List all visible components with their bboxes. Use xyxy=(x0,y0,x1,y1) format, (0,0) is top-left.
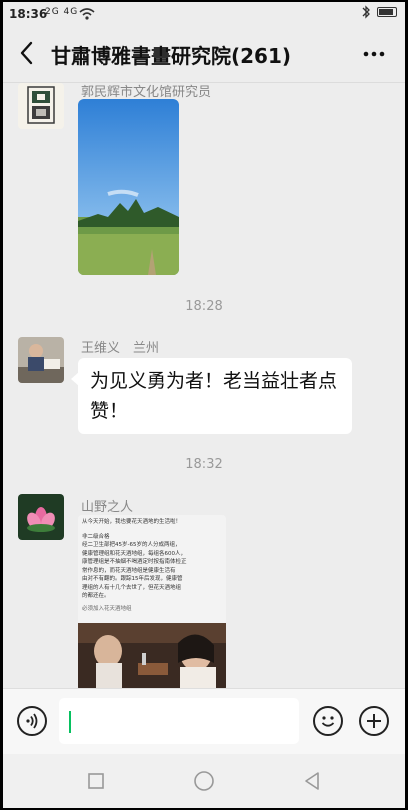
image-text-line: 常作息的，而花天酒地组是健康生活有 xyxy=(82,567,176,574)
chat-header: 甘肅博雅書畫研究院(261) xyxy=(3,26,405,83)
image-text-line: 理组的人有十几个去世了，但花天酒地组 xyxy=(82,584,182,591)
avatar[interactable] xyxy=(18,337,64,383)
sender-name: 山野之人 xyxy=(81,500,134,515)
bluetooth-icon xyxy=(362,5,370,19)
image-text-line: 必须加入花天酒地组 xyxy=(82,605,132,612)
status-bar: 18:36 2G 4G xyxy=(3,2,405,26)
image-text-line: 康管理组是不抽烟不喝酒定时按指南体检正 xyxy=(82,559,187,565)
image-text-line: 的都还在。 xyxy=(82,593,110,599)
seal-logo-icon xyxy=(18,83,64,129)
recent-apps-icon[interactable] xyxy=(87,772,105,790)
input-bar xyxy=(3,688,405,755)
timestamp: 18:28 xyxy=(185,299,223,314)
signal-indicator: 2G 4G xyxy=(45,7,79,17)
timestamp: 18:32 xyxy=(185,457,223,472)
back-nav-icon[interactable] xyxy=(303,771,321,791)
sender-name: 王维义 兰州 xyxy=(81,341,160,356)
status-time: 18:36 xyxy=(9,7,48,21)
wifi-icon xyxy=(79,8,95,20)
text-caret xyxy=(69,711,71,733)
voice-icon[interactable] xyxy=(17,706,47,736)
chat-screen: 18:36 2G 4G 甘肅博雅書畫研究院(261) 郭民辉市文化馆研究员 18… xyxy=(3,2,405,808)
text-message[interactable]: 为见义勇为者！老当益壮者点赞！ xyxy=(71,358,352,434)
plus-icon[interactable] xyxy=(359,706,389,736)
back-arrow-icon[interactable] xyxy=(15,38,41,68)
avatar[interactable] xyxy=(18,494,64,540)
person-photo-icon xyxy=(18,337,64,383)
status-right xyxy=(361,5,397,19)
image-message[interactable]: 从今天开始，我也要花天酒地的生活啦！ 非二级合格 经二卫生部把45岁-65岁的人… xyxy=(78,515,226,688)
battery-fill xyxy=(379,9,393,15)
image-text-line: 健康管理组和花天酒地组，每组各600人， xyxy=(82,550,186,557)
wifi-icon xyxy=(299,7,315,19)
message-input[interactable] xyxy=(59,698,299,744)
more-options-icon[interactable] xyxy=(357,42,391,66)
home-icon[interactable] xyxy=(193,770,215,792)
landscape-photo-icon xyxy=(78,99,179,275)
message-list[interactable]: 郭民辉市文化馆研究员 18:28 王维义 兰州 为见义勇为者！老当益壮者点赞！ … xyxy=(3,83,405,688)
image-text-line: 非二级合格 xyxy=(82,533,110,540)
sender-name: 郭民辉市文化馆研究员 xyxy=(81,85,212,100)
emoji-icon[interactable] xyxy=(313,706,343,736)
image-text-line: 由对不有翻的。跟踪15年后发现，健康管 xyxy=(82,576,183,582)
system-nav-bar xyxy=(3,754,405,808)
image-message[interactable] xyxy=(78,99,179,275)
dining-photo-icon xyxy=(78,623,226,688)
avatar[interactable] xyxy=(18,83,64,129)
lotus-flower-icon xyxy=(18,494,64,540)
battery-icon xyxy=(377,7,397,17)
chat-title: 甘肅博雅書畫研究院(261) xyxy=(51,44,292,68)
image-text-line: 从今天开始，我也要花天酒地的生活啦！ xyxy=(82,519,182,525)
image-text-line: 经二卫生部把45岁-65岁的人分成两组， xyxy=(82,542,181,548)
